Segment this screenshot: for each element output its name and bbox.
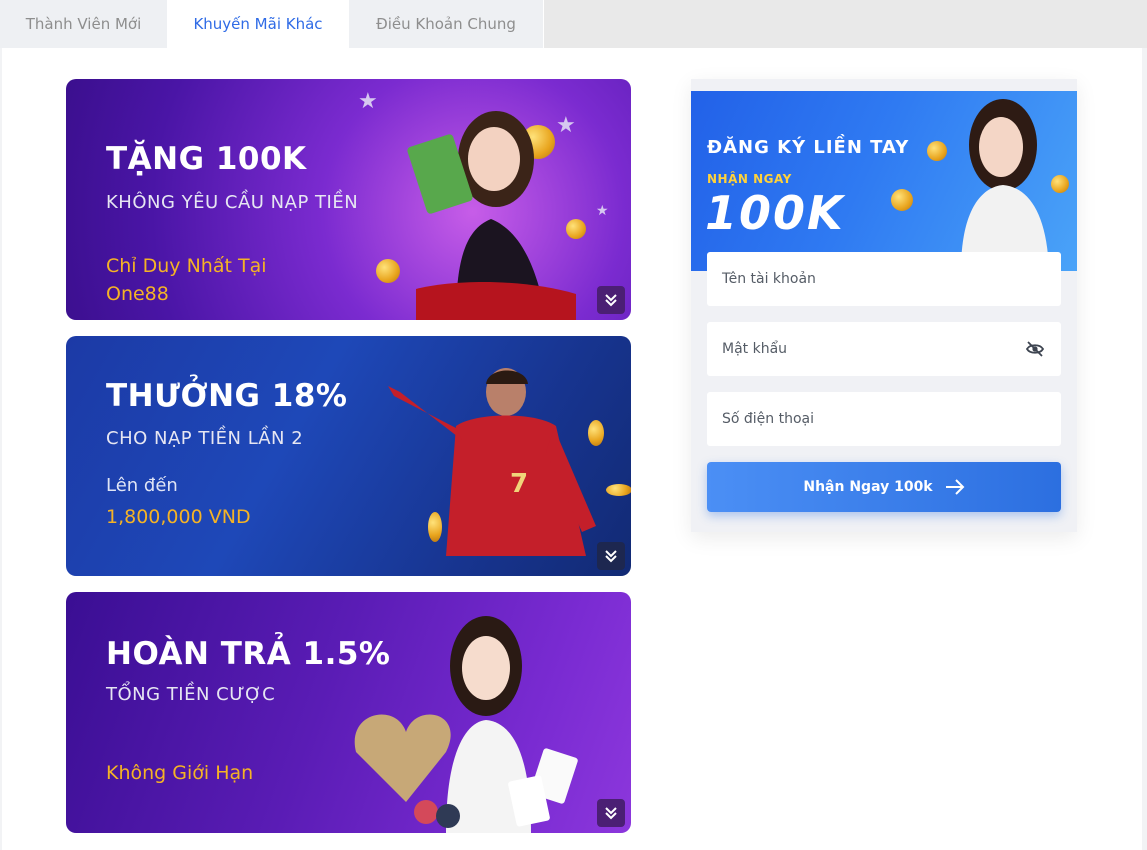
password-placeholder: Mật khẩu [722,341,788,357]
banner-highlight: Không Giới Hạn [106,762,254,784]
claim-100k-button[interactable]: Nhận Ngay 100k [707,462,1061,512]
tab-general-terms[interactable]: Điều Khoản Chung [349,0,544,48]
tab-label: Khuyến Mãi Khác [193,15,323,33]
banner-title: THƯỞNG 18% [106,378,348,414]
footballer-image: 7 [388,368,596,556]
phone-field[interactable]: Số điện thoại [707,392,1061,446]
promo-tab-bar: Thành Viên Mới Khuyến Mãi Khác Điều Khoả… [0,0,1147,48]
banner-brand: One88 [106,283,169,305]
promo-banner-gift-100k[interactable]: ★ ★ ★ TẶNG 100K KHÔNG YÊU CẦU NẠP TIỀN C… [66,79,631,320]
tab-new-member[interactable]: Thành Viên Mới [0,0,168,48]
model-image [407,111,576,320]
expand-button[interactable] [597,542,625,570]
tab-other-promotions[interactable]: Khuyến Mãi Khác [168,0,349,48]
banner-subtitle: CHO NẠP TIỀN LẦN 2 [106,428,304,449]
password-field[interactable]: Mật khẩu [707,322,1061,376]
banner-highlight: Chỉ Duy Nhất Tại [106,255,267,277]
tab-label: Thành Viên Mới [25,15,142,33]
expand-button[interactable] [597,799,625,827]
phone-placeholder: Số điện thoại [722,411,815,427]
username-field[interactable]: Tên tài khoản [707,252,1061,306]
banner-caption: Lên đến [106,475,178,496]
banner-title: HOÀN TRẢ 1.5% [106,636,391,672]
banner-title: TẶNG 100K [106,141,307,177]
username-placeholder: Tên tài khoản [722,271,816,287]
promo-banner-cashback[interactable]: HOÀN TRẢ 1.5% TỔNG TIỀN CƯỢC Không Giới … [66,592,631,833]
banner-subtitle: TỔNG TIỀN CƯỢC [106,684,276,705]
tab-label: Điều Khoản Chung [376,15,516,33]
promo-banner-bonus-18[interactable]: 7 THƯỞNG 18% CHO NẠP TIỀN LẦN 2 Lên đến … [66,336,631,576]
chevron-double-down-icon [605,807,617,820]
star-icon: ★ [596,203,609,219]
svg-text:7: 7 [510,469,528,499]
arrow-right-icon [945,479,965,495]
model-image [961,99,1049,271]
expand-button[interactable] [597,286,625,314]
coin-decoration [891,189,913,211]
hero-caption: NHẬN NGAY [707,172,792,186]
star-icon: ★ [358,89,378,114]
banner-subtitle: KHÔNG YÊU CẦU NẠP TIỀN [106,192,359,213]
signup-hero-banner: ĐĂNG KÝ LIỀN TAY NHẬN NGAY 100K [691,91,1077,271]
hero-headline: ĐĂNG KÝ LIỀN TAY [707,137,910,158]
submit-label: Nhận Ngay 100k [803,479,933,495]
chevron-double-down-icon [605,550,617,563]
banner-amount: 1,800,000 VND [106,506,251,528]
signup-form: ĐĂNG KÝ LIỀN TAY NHẬN NGAY 100K Tên tài … [691,79,1077,532]
hero-amount: 100K [705,186,845,240]
eye-slash-icon[interactable] [1025,339,1045,359]
chevron-double-down-icon [605,294,617,307]
